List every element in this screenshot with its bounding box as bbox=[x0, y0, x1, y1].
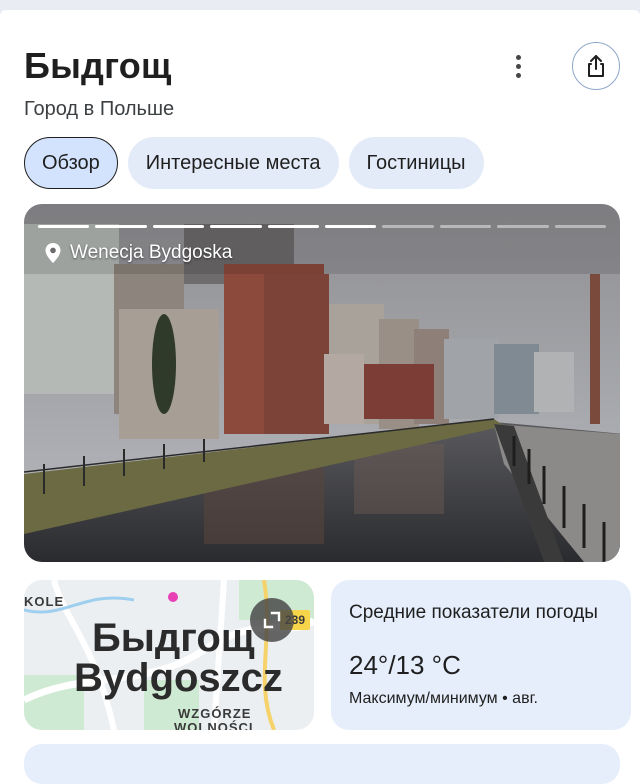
photo-progress bbox=[38, 225, 607, 228]
page-subtitle: Город в Польше bbox=[24, 98, 175, 120]
progress-segment bbox=[439, 225, 492, 228]
progress-segment bbox=[554, 225, 607, 228]
expand-map-button[interactable] bbox=[250, 598, 294, 642]
info-cards: KOLE Быдгощ Bydgoszcz WZGÓRZE WOLNOŚCI 2… bbox=[24, 580, 640, 730]
city-photo[interactable]: Wenecja Bydgoska bbox=[24, 204, 620, 562]
map-city-name-pl: Bydgoszcz bbox=[74, 656, 283, 700]
progress-segment bbox=[210, 225, 262, 228]
map-label-wolnosci: WOLNOŚCI bbox=[174, 720, 254, 730]
top-strip bbox=[0, 0, 640, 16]
photo-location[interactable]: Wenecja Bydgoska bbox=[44, 242, 232, 264]
weather-title: Средние показатели погоды bbox=[349, 602, 598, 623]
map-label-wzgorze: WZGÓRZE bbox=[178, 706, 252, 721]
location-name: Wenecja Bydgoska bbox=[70, 242, 233, 263]
tab-overview[interactable]: Обзор bbox=[24, 137, 118, 189]
share-icon bbox=[588, 55, 604, 77]
more-options-button[interactable] bbox=[504, 52, 532, 80]
expand-icon bbox=[263, 611, 281, 629]
next-card-peek bbox=[24, 744, 620, 784]
map-label-kole: KOLE bbox=[24, 594, 65, 609]
location-pin-icon bbox=[45, 243, 61, 263]
weather-card[interactable]: Средние показатели погоды 24°/13 °C Макс… bbox=[331, 580, 631, 730]
map-card[interactable]: KOLE Быдгощ Bydgoszcz WZGÓRZE WOLNOŚCI 2… bbox=[24, 580, 314, 730]
tab-bar: Обзор Интересные места Гостиницы bbox=[24, 137, 484, 189]
progress-segment bbox=[152, 225, 205, 228]
progress-segment bbox=[38, 225, 90, 228]
weather-subtitle: Максимум/минимум • авг. bbox=[349, 690, 538, 707]
progress-segment bbox=[267, 225, 320, 228]
more-vert-icon bbox=[515, 53, 521, 80]
header: Быдгощ Город в Польше bbox=[24, 40, 620, 121]
progress-segment bbox=[382, 225, 434, 228]
tab-points-of-interest[interactable]: Интересные места bbox=[127, 137, 339, 189]
progress-segment bbox=[497, 225, 549, 228]
weather-temperature: 24°/13 °C bbox=[349, 650, 461, 680]
tab-hotels[interactable]: Гостиницы bbox=[348, 137, 484, 189]
share-button[interactable] bbox=[572, 42, 620, 90]
progress-segment bbox=[95, 225, 147, 228]
progress-segment bbox=[325, 225, 377, 228]
map-city-name-ru: Быдгощ bbox=[92, 616, 255, 660]
